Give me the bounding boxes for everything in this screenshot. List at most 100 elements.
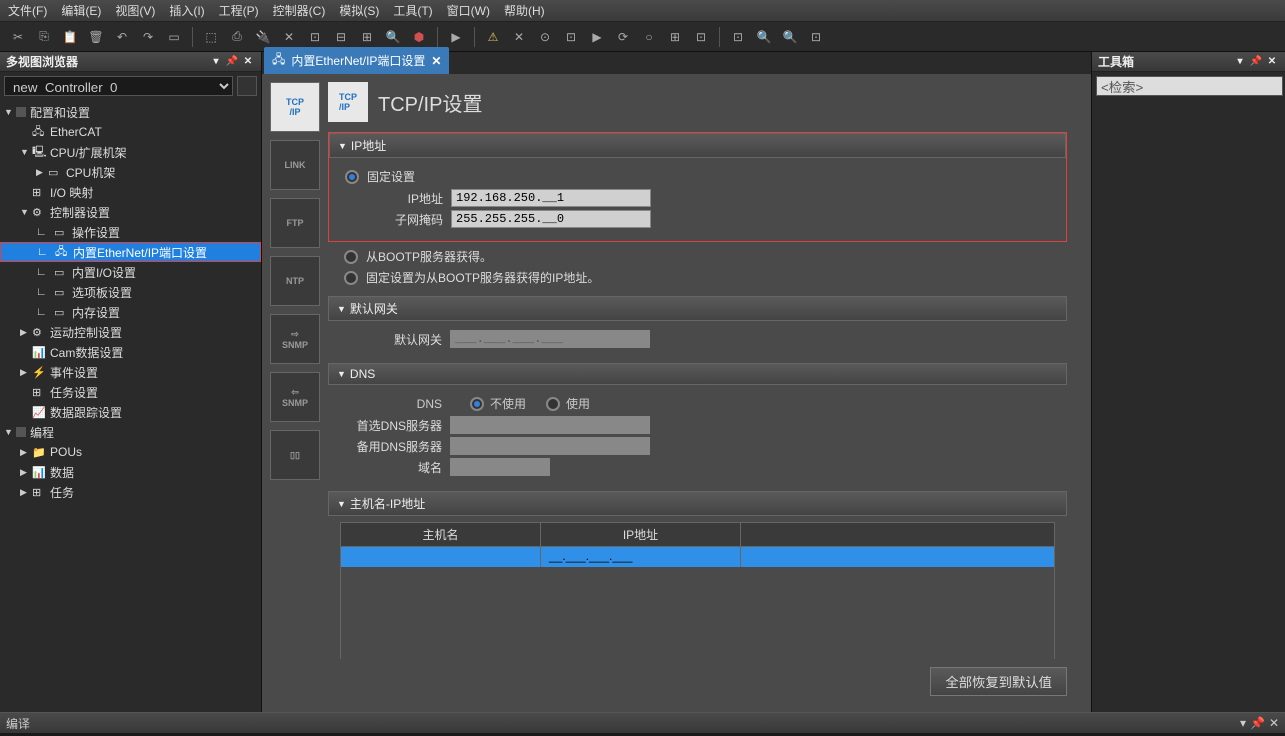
tree-cam[interactable]: 📊Cam数据设置 — [0, 342, 261, 362]
side-tab-tcpip[interactable]: TCP/IP — [270, 82, 320, 132]
tool-icon[interactable]: ✕ — [507, 25, 531, 49]
side-tab-ftp[interactable]: FTP — [270, 198, 320, 248]
tree-op-settings[interactable]: ∟▭操作设置 — [0, 222, 261, 242]
redo-icon[interactable]: ↷ — [136, 25, 160, 49]
tool-icon[interactable]: ⊡ — [689, 25, 713, 49]
tree-ethercat[interactable]: 🖧EtherCAT — [0, 122, 261, 142]
zoom-in-icon[interactable]: 🔍 — [752, 25, 776, 49]
menu-insert[interactable]: 插入(I) — [169, 2, 204, 19]
gateway-input[interactable] — [450, 330, 650, 348]
tree-pous[interactable]: ▶📁POUs — [0, 442, 261, 462]
tool-icon[interactable]: ⊞ — [355, 25, 379, 49]
domain-input[interactable] — [450, 458, 550, 476]
delete-icon[interactable]: 🗑 — [84, 25, 108, 49]
connect-icon[interactable]: 🔌 — [251, 25, 275, 49]
host-table-body[interactable]: __.___.___.___ — [341, 547, 1054, 659]
controller-select[interactable]: new_Controller_0 — [4, 76, 233, 96]
tree-task-settings[interactable]: ⊞任务设置 — [0, 382, 261, 402]
dropdown-icon[interactable]: ▾ — [1233, 55, 1247, 69]
restore-defaults-button[interactable]: 全部恢复到默认值 — [930, 667, 1067, 696]
tool-icon[interactable]: ⊙ — [533, 25, 557, 49]
tool-icon[interactable]: ⊡ — [559, 25, 583, 49]
settings-scroll[interactable]: ▼ IP地址 固定设置 IP地址 — [328, 132, 1083, 659]
tree-mem-settings[interactable]: ∟▭内存设置 — [0, 302, 261, 322]
tab-ethernet-ip[interactable]: 🖧 内置EtherNet/IP端口设置 ✕ — [264, 47, 449, 74]
crop-icon[interactable]: ⊡ — [726, 25, 750, 49]
tree-cpu-frame[interactable]: ▶▭CPU机架 — [0, 162, 261, 182]
pin-icon[interactable]: 📌 — [225, 55, 239, 69]
radio-fixed[interactable] — [345, 170, 359, 184]
side-tab-other[interactable]: ▯▯ — [270, 430, 320, 480]
pin-icon[interactable]: 📌 — [1250, 716, 1265, 730]
tree-data[interactable]: ▶📊数据 — [0, 462, 261, 482]
menu-window[interactable]: 窗口(W) — [447, 2, 490, 19]
ip-address-input[interactable] — [451, 189, 651, 207]
section-header-ip[interactable]: ▼ IP地址 — [329, 133, 1066, 158]
side-tab-snmp-in[interactable]: ⇦SNMP — [270, 372, 320, 422]
menu-help[interactable]: 帮助(H) — [504, 2, 545, 19]
tree-motion[interactable]: ▶⚙运动控制设置 — [0, 322, 261, 342]
tree-config[interactable]: ▼配置和设置 — [0, 102, 261, 122]
tool-icon[interactable]: ⎙ — [225, 25, 249, 49]
menu-simulate[interactable]: 模拟(S) — [339, 2, 379, 19]
dropdown-icon[interactable]: ▾ — [209, 55, 223, 69]
dropdown-icon[interactable]: ▾ — [1240, 716, 1246, 730]
menu-controller[interactable]: 控制器(C) — [273, 2, 326, 19]
radio-fixed-row[interactable]: 固定设置 — [345, 168, 1054, 185]
tab-close-icon[interactable]: ✕ — [431, 54, 441, 68]
tool-icon[interactable]: ⊟ — [329, 25, 353, 49]
paste-icon[interactable]: 📋 — [58, 25, 82, 49]
tree-io-map[interactable]: ⊞I/O 映射 — [0, 182, 261, 202]
tool-icon[interactable]: ▶ — [444, 25, 468, 49]
menu-edit[interactable]: 编辑(E) — [61, 2, 101, 19]
tree-ethernet-ip[interactable]: ∟🖧内置EtherNet/IP端口设置 — [0, 242, 261, 262]
tree-option-board[interactable]: ∟▭选项板设置 — [0, 282, 261, 302]
close-icon[interactable]: ✕ — [241, 55, 255, 69]
warning-icon[interactable]: ⚠ — [481, 25, 505, 49]
section-header-gateway[interactable]: ▼ 默认网关 — [328, 296, 1067, 321]
section-header-dns[interactable]: ▼ DNS — [328, 363, 1067, 385]
tool-icon[interactable]: ⊡ — [303, 25, 327, 49]
tree-event[interactable]: ▶⚡事件设置 — [0, 362, 261, 382]
radio-bootp2[interactable] — [344, 271, 358, 285]
controller-icon-button[interactable] — [237, 76, 257, 96]
zoom-out-icon[interactable]: 🔍 — [778, 25, 802, 49]
radio-bootp2-row[interactable]: 固定设置为从BOOTP服务器获得的IP地址。 — [344, 269, 1055, 286]
radio-dns-no[interactable] — [470, 397, 484, 411]
tree-controller-settings[interactable]: ▼⚙控制器设置 — [0, 202, 261, 222]
dns-secondary-input[interactable] — [450, 437, 650, 455]
side-tab-snmp-out[interactable]: ⇨SNMP — [270, 314, 320, 364]
zoom-fit-icon[interactable]: ⊡ — [804, 25, 828, 49]
menu-project[interactable]: 工程(P) — [219, 2, 259, 19]
tool-icon[interactable]: ○ — [637, 25, 661, 49]
tool-icon[interactable]: ▭ — [162, 25, 186, 49]
dns-primary-input[interactable] — [450, 416, 650, 434]
tree-programming[interactable]: ▼编程 — [0, 422, 261, 442]
close-icon[interactable]: ✕ — [1265, 55, 1279, 69]
section-header-host[interactable]: ▼ 主机名-IP地址 — [328, 491, 1067, 516]
close-icon[interactable]: ✕ — [1269, 716, 1279, 730]
tool-icon[interactable]: ▶ — [585, 25, 609, 49]
pin-icon[interactable]: 📌 — [1249, 55, 1263, 69]
copy-icon[interactable]: ⎘ — [32, 25, 56, 49]
tree-io-settings[interactable]: ∟▭内置I/O设置 — [0, 262, 261, 282]
tool-icon[interactable]: ⊞ — [663, 25, 687, 49]
menu-file[interactable]: 文件(F) — [8, 2, 47, 19]
table-row[interactable]: __.___.___.___ — [341, 547, 1054, 567]
search-icon[interactable]: 🔍 — [381, 25, 405, 49]
toolbox-search-input[interactable] — [1096, 76, 1283, 96]
subnet-mask-input[interactable] — [451, 210, 651, 228]
side-tab-link[interactable]: LINK — [270, 140, 320, 190]
stop-icon[interactable]: ⬢ — [407, 25, 431, 49]
radio-bootp1-row[interactable]: 从BOOTP服务器获得。 — [344, 248, 1055, 265]
radio-bootp1[interactable] — [344, 250, 358, 264]
cut-icon[interactable]: ✂ — [6, 25, 30, 49]
side-tab-ntp[interactable]: NTP — [270, 256, 320, 306]
menu-tools[interactable]: 工具(T) — [393, 2, 432, 19]
tree-tasks[interactable]: ▶⊞任务 — [0, 482, 261, 502]
tree-cpu-rack[interactable]: ▼🖳CPU/扩展机架 — [0, 142, 261, 162]
menu-view[interactable]: 视图(V) — [115, 2, 155, 19]
tool-icon[interactable]: ⟳ — [611, 25, 635, 49]
tool-icon[interactable]: ✕ — [277, 25, 301, 49]
tree-data-trace[interactable]: 📈数据跟踪设置 — [0, 402, 261, 422]
